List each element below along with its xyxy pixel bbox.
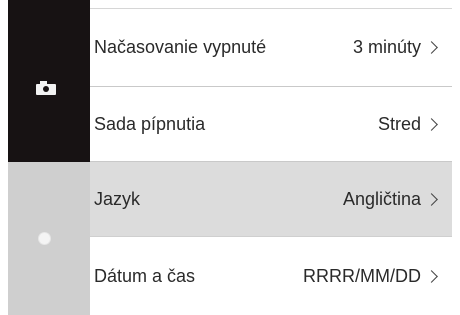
menu-item-label: Jazyk xyxy=(94,188,141,209)
menu-item-label: Načasovanie vypnuté xyxy=(94,36,267,57)
sidebar xyxy=(8,0,90,315)
menu-item-language[interactable]: Jazyk Angličtina xyxy=(90,162,452,237)
settings-list: Načasovanie vypnuté 3 minúty Sada pípnut… xyxy=(90,0,452,315)
menu-item-label: Sada pípnutia xyxy=(94,113,206,134)
camera-icon xyxy=(36,81,56,95)
chevron-right-icon xyxy=(425,40,438,54)
chevron-right-icon xyxy=(425,117,438,131)
menu-item-auto-off[interactable]: Načasovanie vypnuté 3 minúty xyxy=(90,0,452,87)
menu-item-date-time[interactable]: Dátum a čas RRRR/MM/DD xyxy=(90,237,452,315)
gear-icon xyxy=(38,233,50,244)
menu-item-value: Stred xyxy=(377,113,421,134)
menu-item-value: Angličtina xyxy=(342,188,421,209)
sidebar-tab-settings[interactable] xyxy=(8,162,90,315)
chevron-right-icon xyxy=(425,192,438,206)
menu-item-value: RRRR/MM/DD xyxy=(303,265,421,286)
menu-item-value: 3 minúty xyxy=(352,36,421,57)
chevron-right-icon xyxy=(425,269,438,283)
menu-item-beep[interactable]: Sada pípnutia Stred xyxy=(90,87,452,162)
settings-screen: Načasovanie vypnuté 3 minúty Sada pípnut… xyxy=(0,0,460,315)
sidebar-tab-camera[interactable] xyxy=(8,0,90,162)
menu-item-label: Dátum a čas xyxy=(94,265,196,286)
